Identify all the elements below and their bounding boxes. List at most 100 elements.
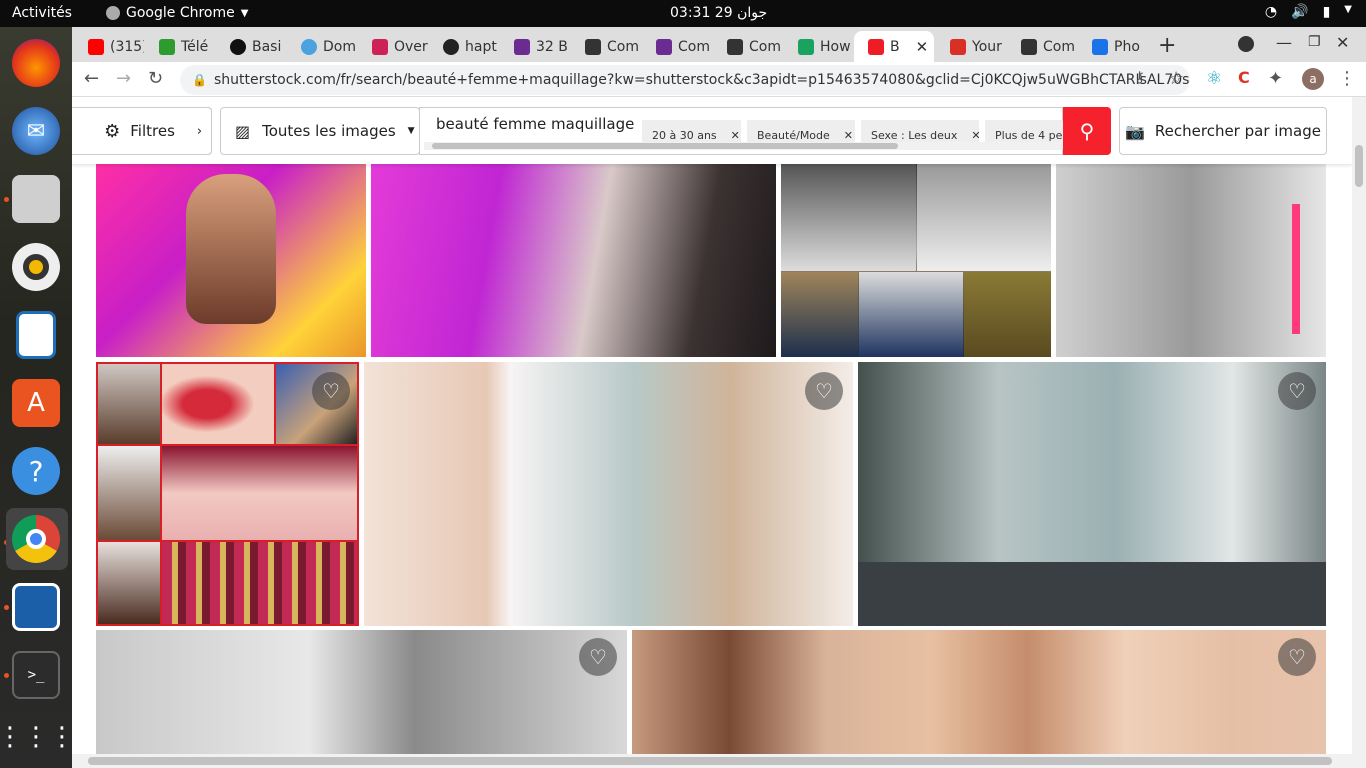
key-icon[interactable]: ⚷ [1134, 68, 1145, 86]
image-result[interactable]: ♡ [364, 362, 853, 626]
image-result-cell [859, 272, 963, 357]
profile-avatar[interactable]: a [1302, 68, 1324, 90]
page-scrollbar-thumb[interactable] [1355, 145, 1363, 187]
image-result-cell [964, 272, 1051, 357]
image-result-cell [98, 446, 160, 540]
app-icon[interactable] [12, 583, 60, 631]
app-grid-icon[interactable]: ⋮⋮⋮ [0, 713, 75, 761]
image-result-cell [162, 446, 357, 540]
image-result[interactable] [1056, 164, 1326, 357]
react-devtools-icon[interactable]: ⚛ [1206, 68, 1222, 89]
horizontal-scrollbar[interactable] [72, 754, 1352, 768]
image-result-floor [858, 562, 1326, 626]
app-menu[interactable]: Google Chrome ▼ [106, 5, 248, 21]
image-result[interactable]: ♡ [96, 630, 627, 760]
tab[interactable]: Com [640, 31, 712, 62]
favorite-heart-icon[interactable]: ♡ [1278, 638, 1316, 676]
image-result-cell [98, 364, 160, 444]
image-result-face [186, 174, 276, 324]
close-chip-icon[interactable]: ✕ [731, 129, 740, 142]
chips-scrollbar[interactable] [424, 142, 1060, 150]
firefox-icon[interactable] [12, 39, 60, 87]
tab[interactable]: Over [356, 31, 428, 62]
favicon-icon [372, 38, 388, 55]
tab-strip: (315) Télé Basi Dom Over hapt 32 B Com C… [72, 27, 1366, 62]
tab[interactable]: (315) [72, 31, 144, 62]
page-scrollbar[interactable] [1352, 97, 1366, 768]
rhythmbox-icon[interactable] [12, 243, 60, 291]
terminal-icon[interactable]: >_ [12, 651, 60, 699]
favicon-icon [656, 38, 672, 55]
app-menu-label: Google Chrome [126, 5, 235, 21]
close-tab-icon[interactable]: ✕ [916, 38, 929, 56]
wifi-icon: ◔ [1264, 4, 1278, 20]
search-input[interactable]: beauté femme maquillage [436, 115, 634, 133]
forward-button[interactable]: → [116, 68, 131, 89]
tab[interactable]: Pho [1076, 31, 1148, 62]
files-icon[interactable] [12, 175, 60, 223]
horizontal-scrollbar-thumb[interactable] [88, 757, 1332, 765]
image-result[interactable]: ♡ [858, 362, 1326, 626]
close-window-button[interactable]: ✕ [1336, 33, 1349, 52]
favorite-heart-icon[interactable]: ♡ [312, 372, 350, 410]
search-button[interactable]: ⚲ [1063, 107, 1111, 155]
chrome-icon[interactable] [12, 515, 60, 563]
clock[interactable]: 03:31 جوان 29 [670, 5, 767, 21]
favicon-icon [514, 38, 530, 55]
tab-search-icon[interactable] [1238, 36, 1254, 52]
tab[interactable]: Your [934, 31, 1006, 62]
thunderbird-icon[interactable]: ✉ [12, 107, 60, 155]
minimize-button[interactable]: — [1276, 33, 1292, 52]
lock-icon: 🔒 [192, 73, 207, 87]
close-chip-icon[interactable]: ✕ [844, 129, 853, 142]
libreoffice-writer-icon[interactable] [16, 311, 56, 359]
activities-button[interactable]: Activités [12, 5, 72, 21]
new-tab-button[interactable]: + [1158, 33, 1176, 58]
search-by-image-button[interactable]: 📷 Rechercher par image [1119, 107, 1327, 155]
collapse-filters-button[interactable]: › [188, 107, 212, 155]
tab[interactable]: Dom [285, 31, 357, 62]
chips-scrollbar-thumb[interactable] [432, 143, 898, 149]
favorite-heart-icon[interactable]: ♡ [579, 638, 617, 676]
image-result-cell [162, 364, 274, 444]
sliders-icon: ⚙ [104, 120, 121, 142]
tab[interactable]: Com [1005, 31, 1077, 62]
favicon-icon [159, 38, 175, 55]
tab[interactable]: How [782, 31, 854, 62]
bookmark-star-icon[interactable]: ☆ [1168, 68, 1184, 89]
image-result[interactable]: ♡ [96, 362, 359, 626]
image-result-cell [781, 164, 916, 271]
favorite-heart-icon[interactable]: ♡ [1278, 372, 1316, 410]
reload-button[interactable]: ↻ [148, 68, 163, 89]
close-chip-icon[interactable]: ✕ [971, 129, 979, 142]
tab[interactable]: Télé [143, 31, 215, 62]
favorite-heart-icon[interactable]: ♡ [805, 372, 843, 410]
tab[interactable]: Basi [214, 31, 286, 62]
image-result[interactable] [96, 164, 366, 357]
ubuntu-software-icon[interactable]: A [12, 379, 60, 427]
image-result[interactable] [371, 164, 776, 357]
tab[interactable]: Com [711, 31, 783, 62]
back-button[interactable]: ← [84, 68, 99, 89]
chevron-down-icon: ▼ [1344, 4, 1352, 15]
search-field[interactable]: beauté femme maquillage 20 à 30 ans ✕ Bea… [419, 107, 1063, 155]
url-text: shutterstock.com/fr/search/beauté+femme+… [214, 72, 1190, 88]
chrome-menu-icon[interactable]: ⋮ [1338, 68, 1356, 89]
image-result[interactable] [781, 164, 1051, 357]
system-tray[interactable]: ◔ 🔊 ▮ ▼ [1265, 4, 1352, 20]
extensions-puzzle-icon[interactable]: ✦ [1268, 68, 1283, 89]
favicon-icon [301, 38, 317, 55]
tab[interactable]: 32 B [498, 31, 570, 62]
tab[interactable]: Com [569, 31, 641, 62]
extension-icon[interactable]: C [1238, 68, 1250, 87]
image-result[interactable]: ♡ [632, 630, 1326, 760]
tab-active[interactable]: B ✕ [854, 31, 934, 62]
tab[interactable]: hapt [427, 31, 499, 62]
help-icon[interactable]: ? [12, 447, 60, 495]
caret-down-icon: ▼ [407, 126, 415, 136]
address-bar[interactable]: 🔒 shutterstock.com/fr/search/beauté+femm… [180, 65, 1190, 95]
image-type-dropdown[interactable]: ▨ Toutes les images ▼ [220, 107, 420, 155]
chrome-small-icon [106, 6, 120, 20]
maximize-button[interactable]: ❐ [1308, 34, 1321, 50]
image-result-accent [1292, 204, 1300, 334]
